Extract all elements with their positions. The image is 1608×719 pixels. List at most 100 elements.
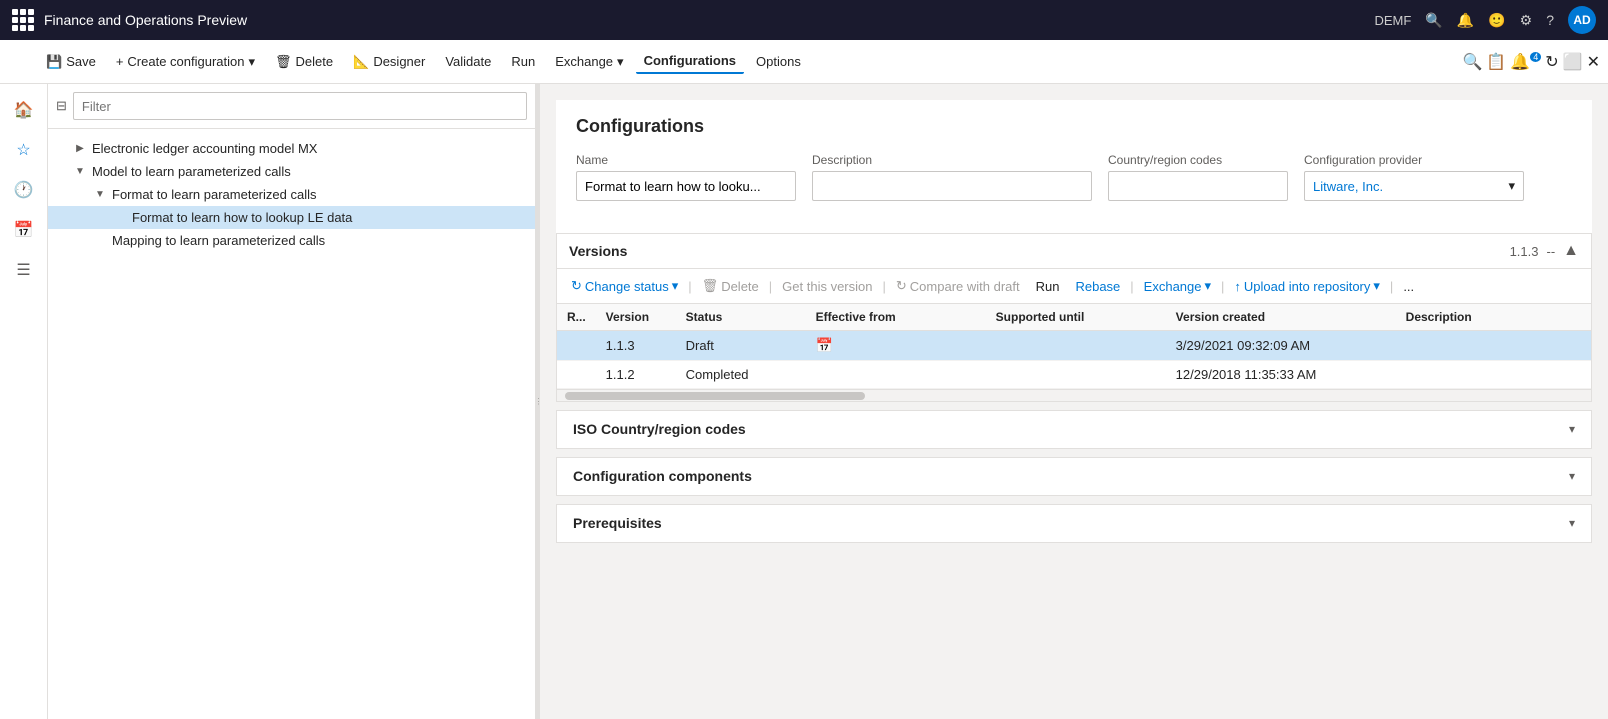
versions-title: Versions <box>569 243 627 259</box>
prerequisites-header[interactable]: Prerequisites ▾ <box>557 505 1591 542</box>
desc-input[interactable] <box>812 171 1092 201</box>
tree-toolbar: ⊟ <box>48 84 535 129</box>
config-title: Configurations <box>576 116 1572 137</box>
collapse-versions-icon[interactable]: ▲ <box>1563 242 1579 260</box>
hamburger-icon[interactable] <box>8 52 34 72</box>
h-scroll-thumb[interactable] <box>565 392 865 400</box>
refresh-small-icon: ↻ <box>571 278 582 294</box>
chevron-upload: ▾ <box>1373 278 1380 294</box>
config-components-header[interactable]: Configuration components ▾ <box>557 458 1591 495</box>
notifications-icon[interactable]: 🔔4 <box>1510 52 1541 72</box>
content-area: Configurations Name Description Country/… <box>540 84 1608 719</box>
list-icon[interactable]: ☰ <box>6 252 42 288</box>
compare-with-draft-button[interactable]: ↻ Compare with draft <box>890 275 1026 297</box>
row-desc-1 <box>1396 331 1591 361</box>
provider-field: Configuration provider Litware, Inc. ▾ <box>1304 153 1524 201</box>
help-icon[interactable]: ? <box>1546 12 1554 28</box>
tree-item-format-lookup[interactable]: Format to learn how to lookup LE data <box>48 206 535 229</box>
bell-icon[interactable]: 🔔 <box>1457 12 1474 29</box>
more-button[interactable]: ... <box>1397 276 1420 297</box>
main-layout: 🏠 ☆ 🕐 📅 ☰ ⊟ ▶ Electronic ledger accounti… <box>0 84 1608 719</box>
vtb-exchange-button[interactable]: Exchange ▾ <box>1138 275 1217 297</box>
row-desc-2 <box>1396 361 1591 389</box>
refresh-icon[interactable]: ↻ <box>1545 52 1558 72</box>
row-effective-1: 📅 <box>806 331 986 361</box>
filter-icon: ⊟ <box>56 98 67 114</box>
config-components-title: Configuration components <box>573 468 752 484</box>
create-configuration-button[interactable]: + Create configuration ▾ <box>108 50 263 74</box>
smiley-icon[interactable]: 🙂 <box>1488 12 1505 29</box>
restore-icon[interactable]: ⬜ <box>1563 52 1583 72</box>
row-effective-2 <box>806 361 986 389</box>
provider-select[interactable]: Litware, Inc. ▾ <box>1304 171 1524 201</box>
row-status-1: Draft <box>676 331 806 361</box>
h-scrollbar[interactable] <box>557 389 1591 401</box>
validate-button[interactable]: Validate <box>437 50 499 73</box>
side-icon-bar: 🏠 ☆ 🕐 📅 ☰ <box>0 84 48 719</box>
country-input[interactable] <box>1108 171 1288 201</box>
save-icon: 💾 <box>46 54 62 70</box>
chevron-down-icon: ▾ <box>249 54 256 70</box>
global-search-icon[interactable]: 🔍 <box>1462 52 1482 72</box>
change-status-button[interactable]: ↻ Change status ▾ <box>565 275 684 297</box>
gear-icon[interactable]: ⚙ <box>1520 12 1533 29</box>
versions-section: Versions 1.1.3 -- ▲ ↻ Change status ▾ | <box>556 233 1592 402</box>
main-toolbar: 💾 Save + Create configuration ▾ 🗑 Delete… <box>0 40 1608 84</box>
table-row[interactable]: 1.1.2 Completed 12/29/2018 11:35:33 AM <box>557 361 1591 389</box>
configurations-button[interactable]: Configurations <box>636 49 744 74</box>
designer-button[interactable]: 📐 Designer <box>345 50 433 74</box>
description-field: Description <box>812 153 1092 201</box>
save-button[interactable]: 💾 Save <box>38 50 104 74</box>
delete-button[interactable]: 🗑 Delete <box>267 50 341 74</box>
tree-panel: ⊟ ▶ Electronic ledger accounting model M… <box>48 84 536 719</box>
country-label: Country/region codes <box>1108 153 1288 167</box>
chevron-down-prereq: ▾ <box>1569 516 1575 530</box>
exchange-button[interactable]: Exchange ▾ <box>547 50 631 74</box>
iso-country-section: ISO Country/region codes ▾ <box>556 410 1592 449</box>
filter-input[interactable] <box>73 92 527 120</box>
prerequisites-title: Prerequisites <box>573 515 662 531</box>
home-icon[interactable]: 🏠 <box>6 92 42 128</box>
iso-country-header[interactable]: ISO Country/region codes ▾ <box>557 411 1591 448</box>
options-button[interactable]: Options <box>748 50 809 73</box>
tree-item-model-parameterized[interactable]: ▼ Model to learn parameterized calls <box>48 160 535 183</box>
table-row[interactable]: 1.1.3 Draft 📅 3/29/2021 09:32:09 AM <box>557 331 1591 361</box>
versions-info: 1.1.3 -- ▲ <box>1510 242 1579 260</box>
col-header-description: Description <box>1396 304 1591 331</box>
row-created-2: 12/29/2018 11:35:33 AM <box>1166 361 1396 389</box>
collapse-icon-2: ▼ <box>92 189 108 200</box>
calendar-side-icon[interactable]: 📅 <box>6 212 42 248</box>
search-icon[interactable]: 🔍 <box>1425 12 1442 29</box>
tree-item-format-parameterized[interactable]: ▼ Format to learn parameterized calls <box>48 183 535 206</box>
name-field: Name <box>576 153 796 201</box>
row-status-2: Completed <box>676 361 806 389</box>
row-version-2: 1.1.2 <box>596 361 676 389</box>
apps-icon[interactable] <box>12 9 34 31</box>
avatar[interactable]: AD <box>1568 6 1596 34</box>
expand-icon: ▶ <box>72 143 88 154</box>
tree-item-electronic-ledger[interactable]: ▶ Electronic ledger accounting model MX <box>48 137 535 160</box>
upload-into-repository-button[interactable]: ↑ Upload into repository ▾ <box>1228 275 1386 297</box>
name-input[interactable] <box>576 171 796 201</box>
title-bar: Finance and Operations Preview DEMF 🔍 🔔 … <box>0 0 1608 40</box>
tree-content: ▶ Electronic ledger accounting model MX … <box>48 129 535 719</box>
star-icon[interactable]: ☆ <box>6 132 42 168</box>
chevron-exchange: ▾ <box>1205 278 1212 294</box>
panel-toggle-icon[interactable]: 📋 <box>1486 52 1506 72</box>
run-button[interactable]: Run <box>503 50 543 73</box>
name-label: Name <box>576 153 796 167</box>
tree-item-mapping-parameterized[interactable]: Mapping to learn parameterized calls <box>48 229 535 252</box>
app-title: Finance and Operations Preview <box>44 12 247 28</box>
get-this-version-button[interactable]: Get this version <box>776 276 878 297</box>
versions-header: Versions 1.1.3 -- ▲ <box>557 234 1591 269</box>
col-header-status: Status <box>676 304 806 331</box>
config-panel: Configurations Name Description Country/… <box>556 100 1592 233</box>
close-icon[interactable]: ✕ <box>1587 52 1600 72</box>
calendar-icon[interactable]: 📅 <box>816 337 833 353</box>
vtb-delete-button[interactable]: 🗑 Delete <box>696 275 765 297</box>
rebase-button[interactable]: Rebase <box>1069 276 1126 297</box>
chevron-down-iso: ▾ <box>1569 422 1575 436</box>
clock-icon[interactable]: 🕐 <box>6 172 42 208</box>
vtb-run-button[interactable]: Run <box>1030 276 1066 297</box>
col-header-supported: Supported until <box>986 304 1166 331</box>
